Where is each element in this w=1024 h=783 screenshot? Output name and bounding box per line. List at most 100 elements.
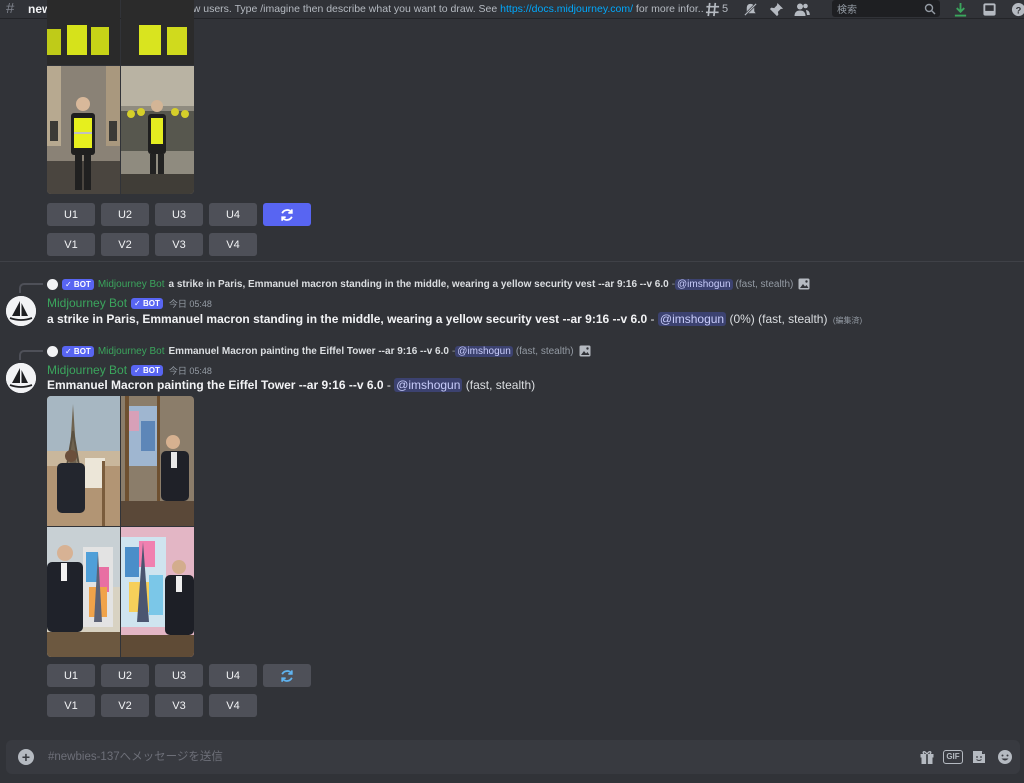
reply-avatar — [47, 278, 58, 290]
image-tile-2[interactable] — [121, 0, 194, 65]
message-author[interactable]: Midjourney Bot — [47, 296, 127, 310]
message-timestamp: 今日 05:48 — [168, 365, 212, 376]
topic-suffix: for more infor... — [633, 3, 704, 15]
v3-button[interactable]: V3 — [155, 694, 203, 717]
search-bar[interactable]: 検索 — [832, 0, 940, 17]
midjourney-logo-icon — [6, 363, 36, 393]
gift-icon[interactable] — [918, 748, 936, 766]
midjourney-logo-icon — [6, 296, 36, 326]
u2-button[interactable]: U2 — [101, 664, 149, 687]
u2-button[interactable]: U2 — [101, 203, 149, 226]
svg-text:?: ? — [1015, 5, 1021, 15]
v1-button[interactable]: V1 — [47, 694, 95, 717]
message-meta: (fast, stealth) — [465, 378, 536, 392]
image-tile-3[interactable] — [47, 66, 120, 194]
reply-meta: (fast, stealth) — [515, 345, 574, 357]
bot-badge: ✓ BOT — [131, 364, 163, 376]
reply-avatar — [47, 345, 58, 357]
variation-buttons: V1 V2 V3 V4 — [47, 694, 257, 717]
composer-icons: GIF — [910, 748, 1014, 766]
edited-label: (編集済) — [832, 316, 863, 325]
variation-buttons-top: V1 V2 V3 V4 — [47, 233, 257, 256]
message-divider — [0, 261, 1024, 262]
message-header: Midjourney Bot ✓ BOT 今日 05:48 — [47, 296, 212, 310]
user-mention[interactable]: @imshogun — [394, 378, 463, 392]
refresh-icon — [281, 669, 293, 682]
bot-badge: ✓ BOT — [62, 345, 94, 357]
reply-prompt: a strike in Paris, Emmanuel macron stand… — [168, 278, 669, 290]
v2-button[interactable]: V2 — [101, 233, 149, 256]
reply-preview[interactable]: ✓ BOT Midjourney Bot Emmanuel Macron pai… — [47, 345, 591, 357]
image-icon — [798, 278, 810, 290]
upscale-buttons-top: U1 U2 U3 U4 — [47, 203, 311, 226]
reply-mention[interactable]: @imshogun — [455, 345, 513, 357]
channel-topic[interactable]: Bot room for new users. Type /imagine th… — [120, 3, 703, 15]
image-tile-2[interactable] — [121, 396, 194, 526]
v1-button[interactable]: V1 — [47, 233, 95, 256]
message-prompt: Emmanuel Macron painting the Eiffel Towe… — [47, 378, 384, 392]
image-tile-4[interactable] — [121, 527, 194, 657]
message-separator: - — [647, 312, 658, 326]
gif-label: GIF — [943, 750, 963, 764]
header-toolbar: 5 — [704, 0, 820, 18]
member-list-icon[interactable] — [794, 1, 810, 17]
reroll-button[interactable] — [263, 203, 311, 226]
reply-mention[interactable]: @imshogun — [675, 278, 733, 290]
u1-button[interactable]: U1 — [47, 664, 95, 687]
avatar[interactable] — [6, 363, 36, 393]
search-input[interactable]: 検索 — [837, 1, 924, 16]
u3-button[interactable]: U3 — [155, 203, 203, 226]
reply-author[interactable]: Midjourney Bot — [98, 279, 165, 290]
reply-author[interactable]: Midjourney Bot — [98, 346, 165, 357]
message-timestamp: 今日 05:48 — [168, 298, 212, 309]
help-icon[interactable]: ? — [1010, 1, 1024, 17]
threads-icon[interactable] — [704, 1, 720, 17]
reply-preview[interactable]: ✓ BOT Midjourney Bot a strike in Paris, … — [47, 278, 810, 290]
reroll-button[interactable] — [263, 664, 311, 687]
mute-notifications-icon[interactable] — [742, 1, 758, 17]
u3-button[interactable]: U3 — [155, 664, 203, 687]
u4-button[interactable]: U4 — [209, 203, 257, 226]
sticker-icon[interactable] — [970, 748, 988, 766]
v4-button[interactable]: V4 — [209, 233, 257, 256]
image-tile-3[interactable] — [47, 527, 120, 657]
message-prompt: a strike in Paris, Emmanuel macron stand… — [47, 312, 648, 326]
image-tile-4[interactable] — [121, 66, 194, 194]
add-attachment-icon[interactable]: + — [18, 749, 34, 765]
download-icon[interactable] — [952, 1, 968, 17]
upscale-buttons: U1 U2 U3 U4 — [47, 664, 311, 687]
refresh-icon — [281, 208, 293, 221]
reply-prompt: Emmanuel Macron painting the Eiffel Towe… — [168, 345, 449, 357]
search-icon — [924, 3, 936, 15]
message-separator: - — [383, 378, 395, 392]
message-content: a strike in Paris, Emmanuel macron stand… — [47, 312, 862, 326]
image-tile-1[interactable] — [47, 0, 120, 65]
message-content: Emmanuel Macron painting the Eiffel Towe… — [47, 378, 535, 392]
u4-button[interactable]: U4 — [209, 664, 257, 687]
user-mention[interactable]: @imshogun — [657, 312, 727, 326]
header-right-icons: ? — [952, 0, 1024, 18]
image-grid-strike[interactable] — [47, 0, 194, 194]
image-icon — [579, 345, 591, 357]
message-meta: (0%) (fast, stealth) — [729, 312, 828, 326]
message-author[interactable]: Midjourney Bot — [47, 363, 127, 377]
reply-connector — [19, 283, 43, 293]
topic-link[interactable]: https://docs.midjourney.com/ — [500, 3, 633, 15]
threads-count: 5 — [722, 3, 729, 15]
image-grid-eiffel[interactable] — [47, 396, 194, 657]
emoji-icon[interactable] — [996, 748, 1014, 766]
reply-meta: (fast, stealth) — [735, 278, 794, 290]
message-composer: + GIF — [6, 740, 1020, 774]
image-tile-1[interactable] — [47, 396, 120, 526]
u1-button[interactable]: U1 — [47, 203, 95, 226]
gif-icon[interactable]: GIF — [943, 748, 963, 766]
v4-button[interactable]: V4 — [209, 694, 257, 717]
message-input[interactable] — [46, 750, 910, 764]
hashtag-icon: # — [6, 0, 15, 17]
avatar[interactable] — [6, 296, 36, 326]
v3-button[interactable]: V3 — [155, 233, 203, 256]
bot-badge: ✓ BOT — [62, 278, 94, 290]
pin-icon[interactable] — [768, 1, 784, 17]
inbox-icon[interactable] — [981, 1, 997, 17]
v2-button[interactable]: V2 — [101, 694, 149, 717]
